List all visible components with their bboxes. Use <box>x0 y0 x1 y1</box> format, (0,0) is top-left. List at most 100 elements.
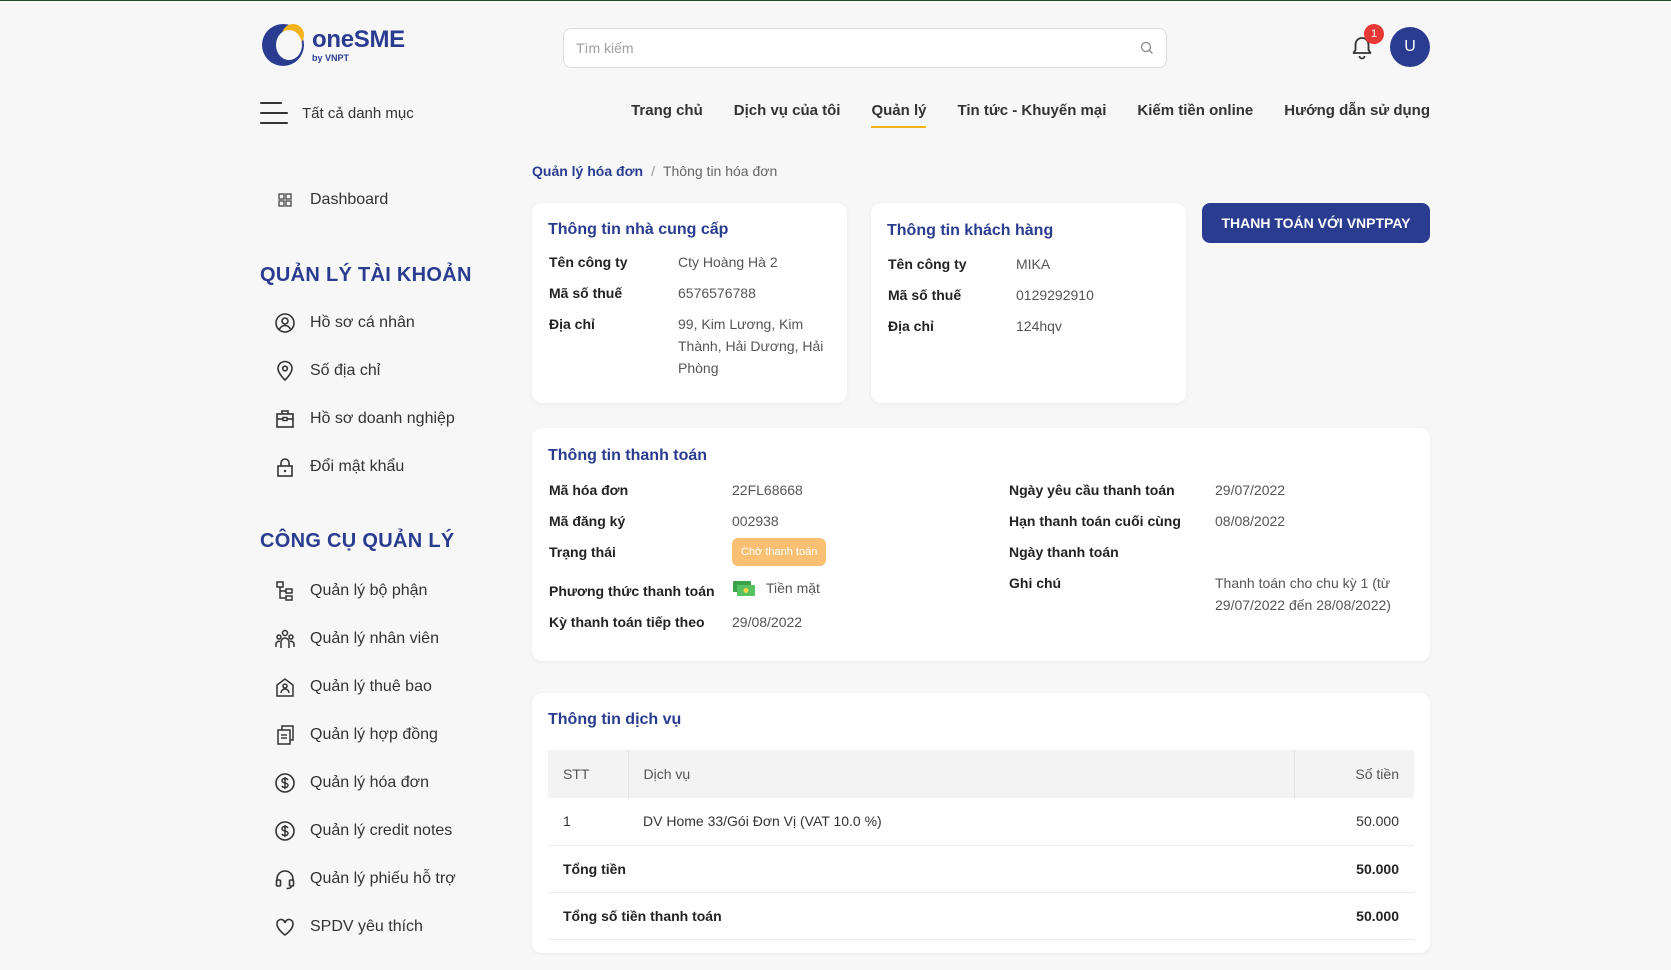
total-value: 50.000 <box>1294 845 1414 893</box>
brand-sub: by VNPT <box>312 52 350 63</box>
brand-name: oneSME <box>312 25 405 53</box>
menu-icon <box>260 102 288 124</box>
service-table: STT Dịch vụ Số tiền 1 DV Home 33/Gói Đơn… <box>548 750 1414 940</box>
total-label: Tổng tiền <box>548 845 1294 893</box>
all-categories-button[interactable]: Tất cả danh mục <box>260 102 414 124</box>
status-label: Trạng thái <box>549 544 616 560</box>
sidebar-item-label: Hồ sơ cá nhân <box>310 314 415 331</box>
main-nav: Trang chủ Dịch vụ của tôi Quản lý Tin tứ… <box>631 102 1430 128</box>
logo-mark <box>262 24 306 66</box>
sidebar-item-departments[interactable]: Quản lý bộ phận <box>274 580 427 602</box>
sidebar-item-label: Quản lý hợp đồng <box>310 726 438 743</box>
registration-code: 002938 <box>732 513 779 529</box>
briefcase-icon <box>276 410 294 428</box>
sidebar-item-subscriptions[interactable]: Quản lý thuê bao <box>274 676 432 698</box>
note-label: Ghi chú <box>1009 575 1062 591</box>
nav-manage[interactable]: Quản lý <box>871 102 927 128</box>
service-title: Thông tin dịch vụ <box>548 711 682 728</box>
supplier-address-label: Địa chỉ <box>549 316 595 332</box>
row-amount: 50.000 <box>1294 798 1414 846</box>
customer-address: 124hqv <box>1016 318 1062 334</box>
search-box <box>563 28 1167 68</box>
all-categories-label: Tất cả danh mục <box>302 104 414 122</box>
paid-date-label: Ngày thanh toán <box>1009 544 1119 560</box>
due-date-label: Hạn thanh toán cuối cùng <box>1009 513 1181 529</box>
next-period: 29/08/2022 <box>732 614 803 630</box>
sidebar-item-invoices[interactable]: Quản lý hóa đơn <box>274 772 429 794</box>
customer-tax: 0129292910 <box>1016 287 1094 303</box>
grand-total-value: 50.000 <box>1294 892 1414 940</box>
account-heading: QUẢN LÝ TÀI KHOẢN <box>260 264 472 286</box>
search-input[interactable] <box>564 29 1124 67</box>
logo[interactable]: oneSME by VNPT <box>262 24 405 66</box>
nav-home[interactable]: Trang chủ <box>631 102 703 127</box>
headset-icon <box>275 870 295 890</box>
sidebar-item-label: Quản lý bộ phận <box>310 582 428 599</box>
sidebar-item-address-book[interactable]: Số địa chỉ <box>274 360 380 382</box>
supplier-tax-label: Mã số thuế <box>549 285 623 301</box>
users-icon <box>275 629 295 648</box>
sidebar-item-business-profile[interactable]: Hồ sơ doanh nghiệp <box>274 408 455 430</box>
status-badge: Chờ thanh toán <box>732 538 827 566</box>
tools-heading: CÔNG CỤ QUẢN LÝ <box>260 530 455 552</box>
grand-total-row: Tổng số tiền thanh toán 50.000 <box>548 892 1414 940</box>
sidebar-item-label: Quản lý nhân viên <box>310 630 439 647</box>
col-service: Dịch vụ <box>628 750 1295 798</box>
row-service: DV Home 33/Gói Đơn Vị (VAT 10.0 %) <box>628 798 1294 846</box>
breadcrumb: Quản lý hóa đơn / Thông tin hóa đơn <box>532 163 778 179</box>
nav-my-services[interactable]: Dịch vụ của tôi <box>734 102 841 127</box>
payment-card: Thông tin thanh toán Mã hóa đơn 22FL6866… <box>532 428 1430 661</box>
customer-tax-label: Mã số thuế <box>888 287 962 303</box>
sidebar-item-support-tickets[interactable]: Quản lý phiếu hỗ trợ <box>274 868 456 890</box>
registration-label: Mã đăng ký <box>549 513 626 529</box>
customer-address-label: Địa chỉ <box>888 318 934 334</box>
lock-icon <box>277 458 293 477</box>
service-card: Thông tin dịch vụ STT Dịch vụ Số tiền 1 … <box>532 693 1430 953</box>
invoice-label: Mã hóa đơn <box>549 482 629 498</box>
sidebar-item-contracts[interactable]: Quản lý hợp đồng <box>274 724 438 746</box>
grid-icon <box>278 193 292 207</box>
sidebar-item-credit-notes[interactable]: Quản lý credit notes <box>274 820 452 842</box>
notification-badge: 1 <box>1364 24 1384 44</box>
due-date: 08/08/2022 <box>1215 513 1286 529</box>
total-row: Tổng tiền 50.000 <box>548 845 1414 893</box>
pay-vnptpay-button[interactable]: THANH TOÁN VỚI VNPTPAY <box>1202 203 1430 243</box>
method-label: Phương thức thanh toán <box>549 583 715 599</box>
customer-card: Thông tin khách hàng Tên công ty MIKA Mã… <box>871 203 1186 403</box>
sidebar-item-favorites[interactable]: SPDV yêu thích <box>274 916 423 938</box>
nav-news[interactable]: Tin tức - Khuyến mại <box>957 102 1106 127</box>
note: Thanh toán cho chu kỳ 1 (từ 29/07/2022 đ… <box>1215 575 1391 613</box>
sidebar-item-label: Quản lý hóa đơn <box>310 774 430 791</box>
breadcrumb-current: Thông tin hóa đơn <box>662 163 778 179</box>
user-circle-icon <box>275 313 295 333</box>
supplier-title: Thông tin nhà cung cấp <box>548 221 729 238</box>
method-value: Tiền mặt <box>766 580 820 596</box>
sidebar-item-change-password[interactable]: Đổi mật khẩu <box>274 456 404 478</box>
sidebar-item-label: Dashboard <box>310 191 389 208</box>
request-date-label: Ngày yêu cầu thanh toán <box>1009 482 1175 498</box>
top-border <box>0 0 1671 1</box>
sidebar-item-profile[interactable]: Hồ sơ cá nhân <box>274 312 415 334</box>
next-period-label: Kỳ thanh toán tiếp theo <box>549 614 705 630</box>
customer-title: Thông tin khách hàng <box>887 222 1054 239</box>
nav-guide[interactable]: Hướng dẫn sử dụng <box>1284 102 1430 127</box>
search-icon[interactable] <box>1140 41 1154 55</box>
sidebar-item-label: Số địa chỉ <box>310 362 381 379</box>
location-pin-icon <box>277 360 293 382</box>
row-stt: 1 <box>548 798 628 846</box>
avatar[interactable]: U <box>1390 27 1430 67</box>
supplier-card: Thông tin nhà cung cấp Tên công ty Cty H… <box>532 203 847 403</box>
cash-icon <box>733 581 755 596</box>
sidebar-item-label: Đổi mật khẩu <box>310 458 405 475</box>
invoice-code: 22FL68668 <box>732 482 803 498</box>
table-row: 1 DV Home 33/Gói Đơn Vị (VAT 10.0 %) 50.… <box>548 798 1414 846</box>
dollar-circle-icon <box>275 821 295 841</box>
sidebar-item-employees[interactable]: Quản lý nhân viên <box>274 628 439 650</box>
supplier-company-label: Tên công ty <box>549 254 628 270</box>
grand-total-label: Tổng số tiền thanh toán <box>548 892 1294 940</box>
table-header: STT Dịch vụ Số tiền <box>548 750 1414 798</box>
org-tree-icon <box>276 581 293 601</box>
sidebar-item-dashboard[interactable]: Dashboard <box>274 189 388 211</box>
nav-earn-online[interactable]: Kiếm tiền online <box>1137 102 1253 127</box>
breadcrumb-parent[interactable]: Quản lý hóa đơn <box>532 163 643 179</box>
